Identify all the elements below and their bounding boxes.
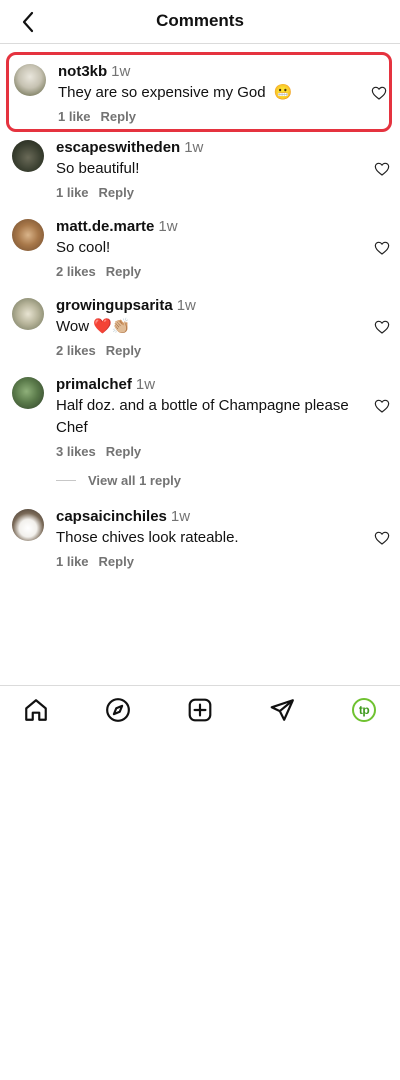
comment-text: Those chives look rateable. (56, 529, 239, 546)
username[interactable]: primalchef (56, 376, 132, 393)
comment-text: They are so expensive my God 😬 (58, 84, 293, 101)
reply-button[interactable]: Reply (99, 554, 134, 569)
comment-actions: 1 like Reply (56, 554, 360, 569)
heart-icon[interactable] (374, 161, 390, 177)
avatar[interactable] (12, 298, 44, 330)
comment-body: primalchef 1w Half doz. and a bottle of C… (56, 376, 400, 459)
explore-icon (106, 698, 130, 722)
username[interactable]: escapeswitheden (56, 139, 180, 156)
reply-button[interactable]: Reply (106, 444, 141, 459)
username[interactable]: growingupsarita (56, 297, 173, 314)
reply-button[interactable]: Reply (101, 109, 136, 124)
bottom-nav: tp (0, 685, 400, 731)
username[interactable]: not3kb (58, 63, 107, 80)
comment-text: So cool! (56, 239, 111, 256)
comment-body: not3kb 1w They are so expensive my God 😬 … (58, 63, 389, 124)
comment-body: matt.de.marte 1w So cool! 2 likes Reply (56, 218, 400, 279)
comment-time: 1w (111, 63, 131, 80)
heart-icon[interactable] (374, 240, 390, 256)
profile-initials: tp (358, 703, 370, 717)
heart-icon[interactable] (371, 85, 387, 101)
nav-profile[interactable]: tp (350, 696, 378, 724)
comment-header: escapeswitheden 1w (56, 139, 360, 157)
divider (56, 479, 76, 481)
reply-button[interactable]: Reply (106, 343, 141, 358)
likes-count[interactable]: 2 likes (56, 264, 96, 279)
avatar[interactable] (12, 509, 44, 541)
comment-item: not3kb 1w They are so expensive my God 😬 … (6, 52, 392, 132)
username[interactable]: matt.de.marte (56, 218, 154, 235)
comment-body: capsaicinchiles 1w Those chives look rate… (56, 508, 400, 569)
comment-header: matt.de.marte 1w (56, 218, 360, 236)
comment-actions: 2 likes Reply (56, 343, 360, 358)
likes-count[interactable]: 3 likes (56, 444, 96, 459)
comment-text: So beautiful! (56, 160, 140, 177)
avatar[interactable] (12, 377, 44, 409)
comment-item: primalchef 1w Half doz. and a bottle of C… (0, 376, 400, 476)
heart-icon[interactable] (374, 319, 390, 335)
nav-create[interactable] (186, 696, 214, 724)
comment-item: escapeswitheden 1w So beautiful! 1 like Re… (0, 139, 400, 218)
comment-header: capsaicinchiles 1w (56, 508, 360, 526)
username[interactable]: capsaicinchiles (56, 508, 167, 525)
comment-item: matt.de.marte 1w So cool! 2 likes Reply (0, 218, 400, 297)
comment-header: growingupsarita 1w (56, 297, 360, 315)
avatar[interactable] (14, 64, 46, 96)
comment-actions: 1 like Reply (58, 109, 349, 124)
comment-item: growingupsarita 1w Wow ❤️👏🏼 2 likes Reply (0, 297, 400, 376)
reply-button[interactable]: Reply (99, 185, 134, 200)
likes-count[interactable]: 2 likes (56, 343, 96, 358)
comment-item: capsaicinchiles 1w Those chives look rate… (0, 508, 400, 587)
home-icon (25, 699, 47, 721)
page-title: Comments (156, 11, 244, 30)
nav-home[interactable] (22, 696, 50, 724)
comment-header: primalchef 1w (56, 376, 360, 394)
create-icon (188, 698, 212, 722)
direct-icon (270, 699, 294, 721)
comment-actions: 2 likes Reply (56, 264, 360, 279)
comment-time: 1w (158, 218, 178, 235)
avatar[interactable] (12, 140, 44, 172)
comment-actions: 1 like Reply (56, 185, 360, 200)
comment-text: Wow ❤️👏🏼 (56, 318, 131, 335)
avatar[interactable] (12, 219, 44, 251)
likes-count[interactable]: 1 like (58, 109, 91, 124)
nav-direct[interactable] (268, 696, 296, 724)
comment-time: 1w (170, 508, 191, 525)
comment-actions: 3 likes Reply (56, 444, 360, 459)
reply-button[interactable]: Reply (106, 264, 141, 279)
comment-body: escapeswitheden 1w So beautiful! 1 like Re… (56, 139, 400, 200)
likes-count[interactable]: 1 like (56, 554, 89, 569)
heart-icon[interactable] (374, 398, 390, 414)
likes-count[interactable]: 1 like (56, 185, 89, 200)
comment-text: Half doz. and a bottle of Champagne plea… (56, 397, 349, 436)
comment-body: growingupsarita 1w Wow ❤️👏🏼 2 likes Reply (56, 297, 400, 358)
profile-icon: tp (352, 698, 376, 722)
comment-header: not3kb 1w (58, 63, 349, 81)
nav-explore[interactable] (104, 696, 132, 724)
header: Comments (0, 0, 400, 44)
comment-time: 1w (176, 297, 196, 314)
heart-icon[interactable] (374, 530, 390, 546)
comment-time: 1w (135, 376, 156, 393)
comments-list: not3kb 1w They are so expensive my God 😬 … (0, 52, 400, 587)
comment-time: 1w (184, 139, 204, 156)
